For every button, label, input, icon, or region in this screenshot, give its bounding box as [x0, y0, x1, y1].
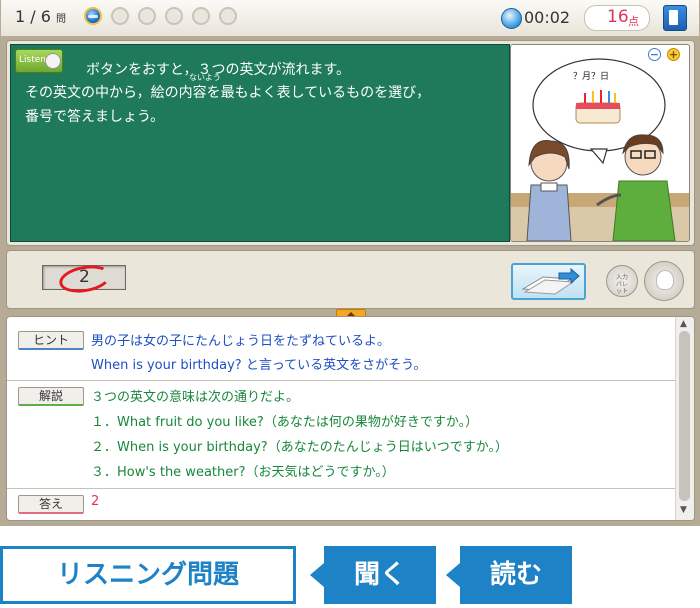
progress-dot[interactable]: [192, 7, 210, 25]
next-page-button[interactable]: [511, 263, 586, 300]
commentary-item-2: ２．When is your birthday?（あなたのたんじょう日はいつです…: [91, 440, 508, 455]
answer-input[interactable]: 2: [42, 261, 126, 297]
score-unit: 点: [628, 15, 639, 28]
scroll-thumb[interactable]: [679, 331, 690, 501]
skill-read-label: 読む: [446, 546, 572, 604]
question-line-3: 番号で答えましょう。: [25, 109, 165, 125]
speech-bubble-text: ？月？日: [573, 72, 610, 82]
divider: [7, 380, 675, 381]
commentary-tag: 解説: [18, 387, 84, 406]
question-line-2: その英文の中から，絵の内容を最もよく表しているものを選び，: [25, 85, 431, 101]
score-value: 16: [607, 7, 629, 27]
scroll-down-arrow-icon[interactable]: ▼: [680, 505, 687, 515]
commentary-item-3: ３．How's the weather?（お天気はどうですか。）: [91, 465, 395, 480]
progress-dot-current[interactable]: [84, 7, 102, 25]
clock-icon: [501, 8, 522, 29]
timer: 00:02: [524, 8, 571, 27]
page-turn-arrow-icon: [521, 267, 580, 295]
score-badge: 16 点: [584, 5, 650, 31]
exit-door-button[interactable]: [663, 5, 687, 31]
progress-dot[interactable]: [138, 7, 156, 25]
input-palette-button[interactable]: 入力パレット: [606, 265, 638, 297]
top-bar: 1 / 6 問 00:02 16 点: [1, 0, 699, 37]
commentary-item-1: １．What fruit do you like?（あなたは何の果物が好きですか…: [91, 415, 479, 430]
answer-tag: 答え: [18, 495, 84, 514]
skill-listen-label: 聞く: [310, 546, 436, 604]
progress-dot[interactable]: [111, 7, 129, 25]
progress-dot[interactable]: [219, 7, 237, 25]
listening-problem-label: リスニング問題: [0, 546, 296, 604]
vertical-scrollbar[interactable]: ▲ ▼: [675, 317, 694, 520]
question-picture: − + ？月？日: [510, 44, 690, 242]
question-unit: 問: [56, 14, 67, 25]
listen-label: Listen: [19, 55, 46, 65]
input-palette-label: 入力パレット: [615, 274, 628, 295]
question-counter: 1 / 6 問: [15, 7, 66, 26]
divider: [7, 488, 675, 489]
hint-line-1: 男の子は女の子にたんじょう日をたずねているよ。: [91, 334, 391, 349]
hint-tag: ヒント: [18, 331, 84, 350]
explanation-panel: ヒント 男の子は女の子にたんじょう日をたずねているよ。 When is your…: [6, 316, 695, 521]
app-window: 1 / 6 問 00:02 16 点 Listen ボタンをおすと，３つの英文が…: [0, 0, 700, 526]
progress-dot[interactable]: [165, 7, 183, 25]
scroll-up-arrow-icon[interactable]: ▲: [680, 319, 687, 329]
question-board: Listen ボタンをおすと，３つの英文が流れます。 ないよう その英文の中から…: [10, 44, 510, 242]
cd-icon: [45, 53, 61, 69]
hint-line-2: When is your birthday? と言っている英文をさがそう。: [91, 358, 427, 373]
listen-button[interactable]: Listen: [15, 49, 63, 73]
lightbulb-hint-button[interactable]: [644, 261, 684, 301]
commentary-intro: ３つの英文の意味は次の通りだよ。: [91, 390, 300, 405]
answer-text: 2: [91, 494, 100, 509]
answer-value: 2: [79, 267, 90, 287]
question-progress: 1 / 6: [15, 7, 51, 26]
